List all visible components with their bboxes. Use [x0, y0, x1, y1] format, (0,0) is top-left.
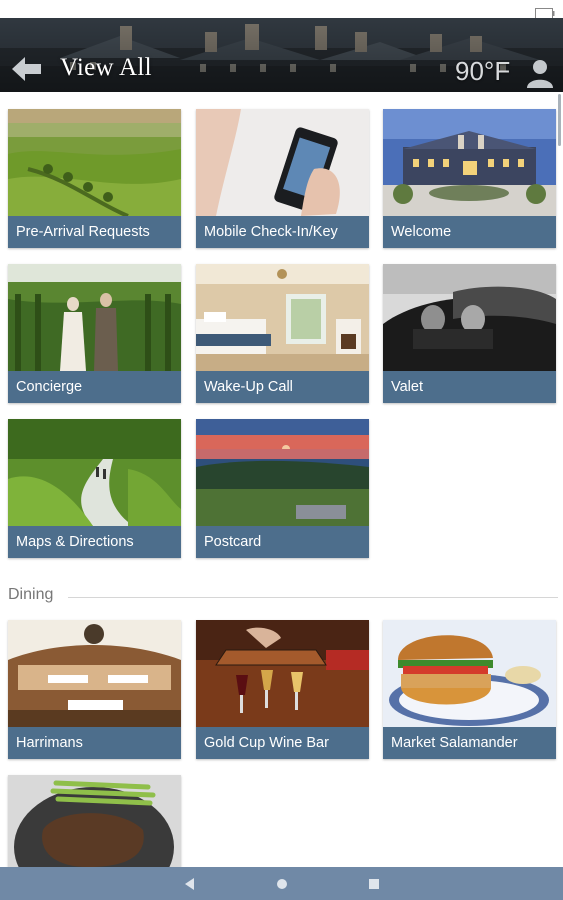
tile-label: Welcome — [383, 216, 556, 248]
tile-gold-cup-wine-bar[interactable]: Gold Cup Wine Bar — [196, 620, 369, 759]
mobile-check-in-image — [196, 109, 369, 216]
valet-image — [383, 264, 556, 371]
market-salamander-image — [383, 620, 556, 727]
content-scroll-area[interactable]: Pre-Arrival Requests Mobile Check-In/Key — [0, 92, 560, 867]
header-banner: View All 90°F — [0, 18, 563, 92]
nav-home-icon[interactable] — [273, 875, 291, 893]
tile-postcard[interactable]: Postcard — [196, 419, 369, 558]
user-icon[interactable] — [526, 58, 554, 88]
temperature-readout: 90°F — [455, 56, 511, 86]
tile-label: Concierge — [8, 371, 181, 403]
steak-image — [8, 775, 181, 867]
tile-market-salamander[interactable]: Market Salamander — [383, 620, 556, 759]
back-arrow-icon[interactable] — [10, 54, 44, 84]
scrollbar[interactable] — [558, 94, 561, 146]
tile-label: Wake-Up Call — [196, 371, 369, 403]
postcard-image — [196, 419, 369, 526]
tile-harrimans[interactable]: Harrimans — [8, 620, 181, 759]
tile-pre-arrival-requests[interactable]: Pre-Arrival Requests — [8, 109, 181, 248]
tile-wake-up-call[interactable]: Wake-Up Call — [196, 264, 369, 403]
section-header-dining: Dining — [8, 586, 558, 608]
status-bar — [0, 0, 563, 19]
welcome-image — [383, 109, 556, 216]
maps-directions-image — [8, 419, 181, 526]
gold-cup-wine-bar-image — [196, 620, 369, 727]
tile-label: Market Salamander — [383, 727, 556, 759]
tile-label: Maps & Directions — [8, 526, 181, 558]
tile-label: Valet — [383, 371, 556, 403]
tile-maps-directions[interactable]: Maps & Directions — [8, 419, 181, 558]
nav-recents-icon[interactable] — [365, 875, 383, 893]
tile-label: Mobile Check-In/Key — [196, 216, 369, 248]
tile-welcome[interactable]: Welcome — [383, 109, 556, 248]
tile-concierge[interactable]: Concierge — [8, 264, 181, 403]
section-title: Dining — [8, 586, 54, 603]
tile-label: Harrimans — [8, 727, 181, 759]
page-title: View All — [60, 54, 152, 81]
pre-arrival-image — [8, 109, 181, 216]
tile-dining-steak[interactable] — [8, 775, 181, 867]
nav-back-icon[interactable] — [181, 875, 199, 893]
tile-label: Gold Cup Wine Bar — [196, 727, 369, 759]
harrimans-image — [8, 620, 181, 727]
tile-valet[interactable]: Valet — [383, 264, 556, 403]
tile-mobile-check-in-key[interactable]: Mobile Check-In/Key — [196, 109, 369, 248]
tile-label: Pre-Arrival Requests — [8, 216, 181, 248]
concierge-image — [8, 264, 181, 371]
android-nav-bar — [0, 867, 563, 900]
wake-up-call-image — [196, 264, 369, 371]
tile-label: Postcard — [196, 526, 369, 558]
section-divider — [68, 597, 558, 598]
